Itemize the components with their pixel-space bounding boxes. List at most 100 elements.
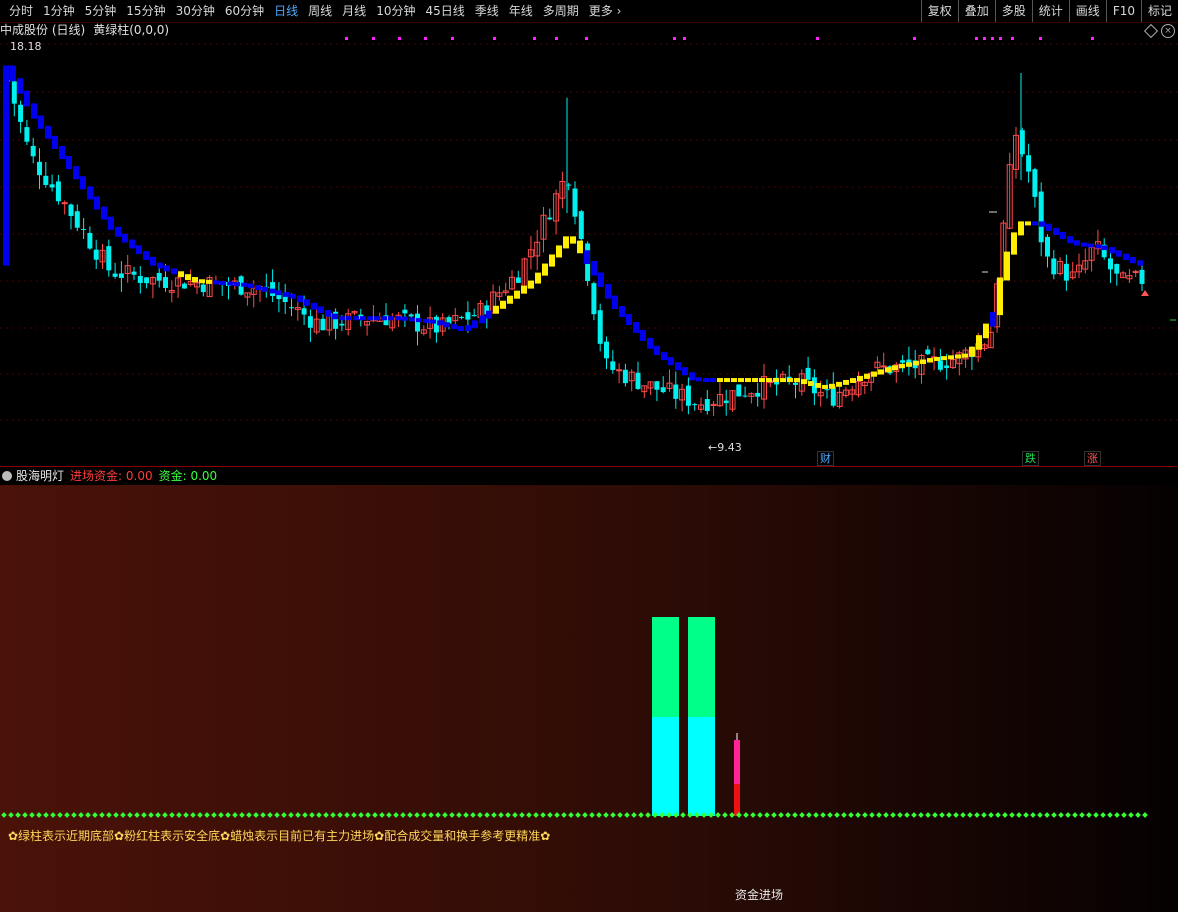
fund-entry-label: 资金进场 bbox=[735, 888, 784, 902]
candle-body bbox=[692, 404, 698, 406]
trend-band-step bbox=[374, 316, 380, 321]
trend-band-step bbox=[38, 115, 44, 129]
candle-body bbox=[1045, 236, 1050, 257]
trend-band-step bbox=[843, 379, 849, 385]
trend-band-step bbox=[325, 310, 331, 317]
trend-band-step bbox=[1081, 242, 1087, 247]
trend-band-step bbox=[549, 254, 555, 267]
trend-band-step bbox=[122, 233, 128, 243]
candle-body bbox=[824, 389, 830, 391]
trend-band-step bbox=[409, 317, 415, 322]
candle-body bbox=[87, 232, 93, 249]
indicator-title: 黄绿柱(0,0,0) bbox=[93, 23, 170, 37]
trend-band-step bbox=[297, 295, 303, 303]
candle-body bbox=[1063, 263, 1069, 281]
trend-band-step bbox=[633, 321, 639, 333]
trend-band-step bbox=[255, 285, 261, 290]
main-chart-header: 中成股份 (日线) 黄绿柱(0,0,0) bbox=[0, 22, 169, 38]
candle-body bbox=[547, 217, 553, 220]
candle-body bbox=[289, 307, 294, 309]
trend-band-step bbox=[1074, 240, 1080, 246]
signal-mark bbox=[1091, 37, 1094, 40]
trend-band-step bbox=[780, 378, 786, 383]
sub-chart-header: 股海明灯 进场资金: 0.00 资金: 0.00 bbox=[0, 467, 1178, 485]
trend-band-step bbox=[136, 245, 142, 255]
trend-band-step bbox=[703, 378, 709, 383]
candle-body bbox=[793, 382, 798, 385]
trend-band-step bbox=[199, 279, 205, 284]
candle-body bbox=[11, 81, 17, 104]
signal-mark bbox=[673, 37, 676, 40]
candle-body bbox=[163, 277, 168, 288]
candle-body bbox=[43, 175, 49, 185]
trend-band-step bbox=[423, 318, 429, 323]
trend-band-step bbox=[591, 260, 597, 276]
trend-band-group bbox=[3, 65, 1143, 389]
candle-body bbox=[61, 202, 68, 205]
inflow-value: 进场资金: 0.00 bbox=[70, 469, 153, 483]
trend-band-step bbox=[927, 358, 933, 363]
trend-band-step bbox=[171, 268, 177, 275]
candle-body bbox=[408, 314, 414, 317]
event-tag[interactable]: 财 bbox=[817, 451, 834, 466]
trend-band-step bbox=[1004, 251, 1010, 281]
trend-band-step bbox=[885, 367, 891, 373]
signal-mark bbox=[913, 37, 916, 40]
candle-body bbox=[610, 361, 616, 370]
trend-band-step bbox=[395, 316, 401, 321]
candle-body bbox=[118, 273, 124, 278]
trend-band-step bbox=[248, 283, 254, 289]
candle-body bbox=[673, 384, 679, 399]
trend-band-step bbox=[45, 125, 51, 139]
candle-body bbox=[944, 365, 950, 369]
trend-band-step bbox=[1088, 243, 1094, 248]
candle-body bbox=[55, 181, 61, 202]
trend-band-step bbox=[752, 378, 758, 383]
trend-band-step bbox=[486, 310, 492, 319]
trend-band-step bbox=[115, 226, 121, 237]
trend-band-step bbox=[654, 345, 660, 356]
trend-band-step bbox=[94, 196, 100, 210]
trend-band-step bbox=[1046, 223, 1052, 231]
trend-band-step bbox=[402, 316, 408, 321]
candle-body bbox=[74, 211, 80, 228]
trend-band-step bbox=[1018, 221, 1024, 236]
trend-band-step bbox=[612, 295, 618, 310]
trend-band-step bbox=[906, 362, 912, 367]
candle-body bbox=[572, 188, 578, 217]
event-tag[interactable]: 涨 bbox=[1084, 451, 1101, 466]
trend-band-step bbox=[682, 367, 688, 376]
candle-body bbox=[597, 310, 603, 344]
trend-band-step bbox=[178, 271, 184, 278]
candle-body bbox=[112, 273, 118, 277]
candle-body bbox=[591, 283, 597, 315]
trend-band-step bbox=[500, 300, 506, 309]
candle-body bbox=[937, 360, 943, 370]
trend-band-step bbox=[1011, 232, 1017, 255]
trend-band-step bbox=[871, 371, 877, 377]
trend-band-step bbox=[1053, 227, 1059, 235]
signal-mark bbox=[493, 37, 496, 40]
candle-body bbox=[137, 275, 143, 283]
trend-band-step bbox=[717, 378, 723, 383]
candle-body bbox=[654, 381, 660, 390]
trend-band-step bbox=[731, 378, 737, 383]
signal-mark bbox=[585, 37, 588, 40]
event-tag[interactable]: 跌 bbox=[1022, 451, 1039, 466]
candlestick-chart[interactable] bbox=[0, 0, 1178, 466]
trend-band-step bbox=[1109, 247, 1115, 254]
candle-body bbox=[578, 211, 584, 240]
candle-body bbox=[30, 145, 36, 157]
trend-band-step bbox=[1116, 250, 1122, 257]
indicator-toggle-icon[interactable] bbox=[2, 471, 12, 481]
candle-body bbox=[660, 387, 666, 393]
candle-body bbox=[181, 283, 187, 289]
trend-band-step bbox=[892, 365, 898, 371]
candle-body bbox=[49, 184, 55, 188]
trend-band-step bbox=[598, 272, 604, 288]
trend-band-step bbox=[507, 295, 513, 304]
trend-band-step bbox=[829, 383, 835, 389]
signal-mark bbox=[372, 37, 375, 40]
trend-band-step bbox=[514, 290, 520, 299]
stock-title: 中成股份 (日线) bbox=[0, 23, 86, 37]
